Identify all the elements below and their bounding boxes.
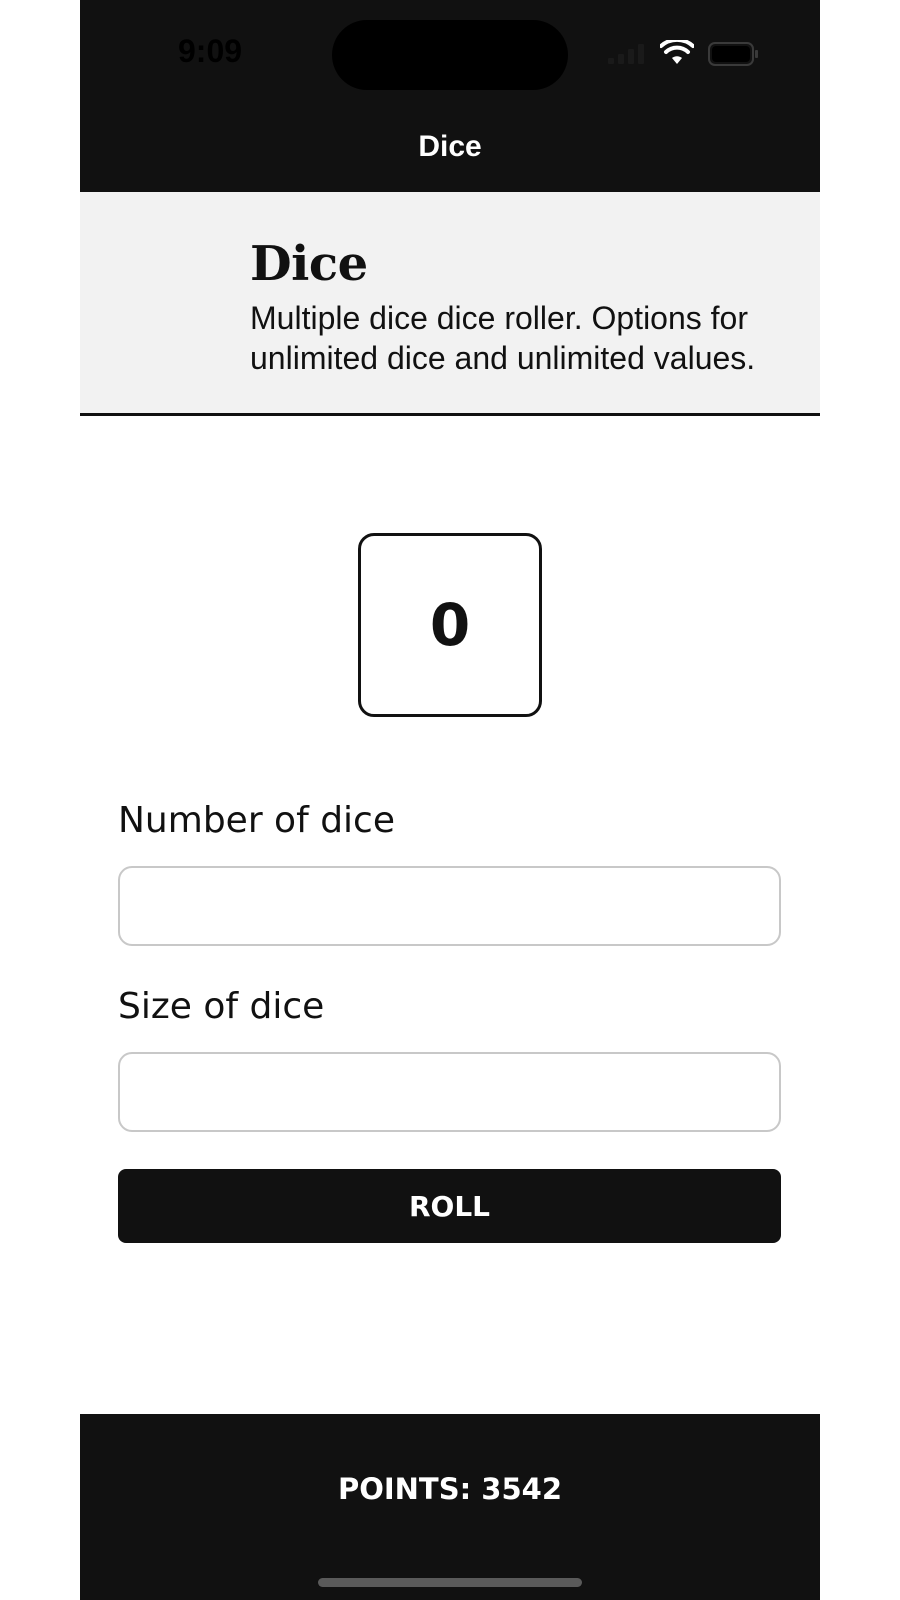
nav-title: Dice	[418, 130, 482, 163]
size-of-dice-input[interactable]	[118, 1052, 781, 1132]
page-header: Dice Multiple dice dice roller. Options …	[80, 192, 820, 416]
page-description: Multiple dice dice roller. Options for u…	[250, 300, 756, 376]
number-of-dice-input[interactable]	[118, 866, 781, 946]
roll-button[interactable]: ROLL	[118, 1169, 781, 1243]
status-time: 9:09	[178, 33, 243, 69]
footer-bar: POINTS: 3542	[80, 1414, 820, 1600]
die-result-value: 0	[429, 591, 471, 659]
page-title: Dice	[250, 236, 368, 292]
top-navigation-bar: 9:09 Dice	[80, 0, 820, 192]
home-indicator[interactable]	[318, 1578, 582, 1587]
cellular-signal-icon	[608, 44, 644, 64]
wifi-icon	[660, 40, 694, 64]
app-screen: 9:09 Dice Dice Multiple dice dice roller…	[80, 0, 820, 1600]
die-result-box: 0	[358, 533, 542, 717]
dynamic-island	[332, 20, 568, 90]
battery-icon	[708, 42, 758, 66]
points-display: POINTS: 3542	[337, 1472, 563, 1506]
number-of-dice-label: Number of dice	[118, 800, 395, 841]
size-of-dice-label: Size of dice	[118, 986, 325, 1027]
